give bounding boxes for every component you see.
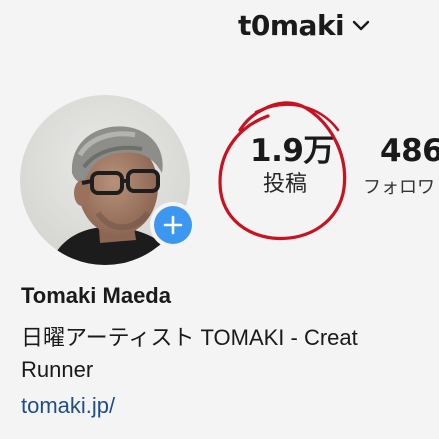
username: t0maki — [238, 9, 345, 42]
add-story-button[interactable] — [150, 202, 196, 248]
posts-count[interactable]: 1.9万 — [250, 134, 334, 168]
bio-line-1: 日曜アーティスト TOMAKI - Creat — [21, 325, 358, 350]
plus-icon — [154, 206, 192, 244]
followers-count[interactable]: 486 — [380, 134, 439, 168]
bio-line-2: Runner — [21, 357, 94, 382]
website-link[interactable]: tomaki.jp/ — [21, 393, 115, 419]
account-switcher[interactable]: t0maki — [238, 6, 370, 46]
full-name: Tomaki Maeda — [21, 283, 171, 308]
posts-label: 投稿 — [263, 172, 308, 197]
followers-label: フォロワ — [363, 177, 435, 198]
chevron-down-icon — [352, 20, 370, 31]
